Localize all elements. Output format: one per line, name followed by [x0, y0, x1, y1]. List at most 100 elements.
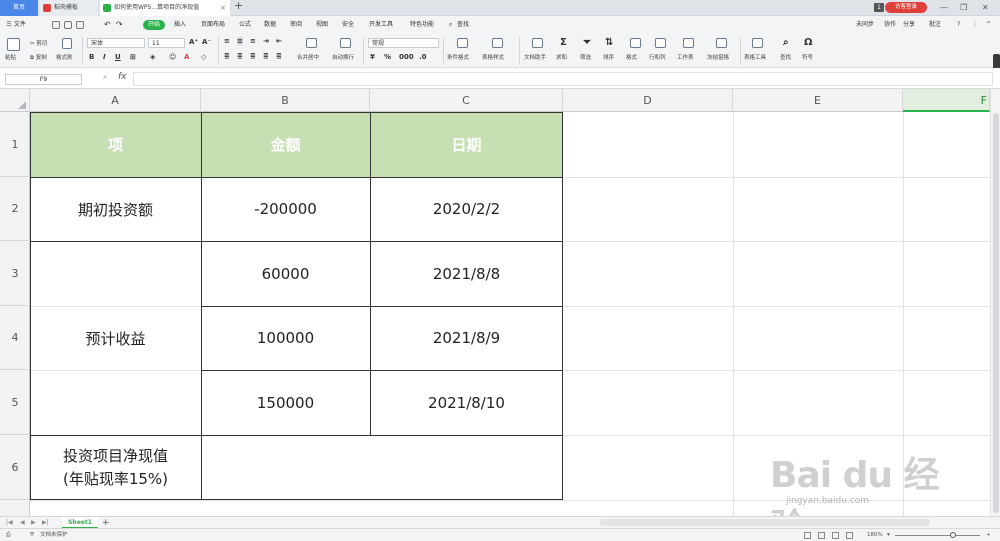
formula-input[interactable] [133, 72, 993, 86]
increase-font-icon[interactable]: A⁺ [189, 38, 198, 46]
freeze-icon[interactable] [716, 38, 727, 48]
search-icon[interactable]: ⌕ [449, 16, 452, 34]
vertical-scrollbar[interactable] [990, 89, 1000, 516]
normal-view-icon[interactable] [804, 532, 811, 539]
symbol-label[interactable]: 符号 [802, 53, 813, 61]
undo-icon[interactable]: ↶ [104, 16, 111, 34]
conditional-format-icon[interactable] [457, 38, 468, 48]
search-menu[interactable]: 查找 [457, 16, 469, 34]
distribute-icon[interactable]: ≣ [276, 52, 282, 60]
decrease-font-icon[interactable]: A⁻ [202, 38, 211, 46]
paste-button-label[interactable]: 粘贴 [5, 53, 16, 61]
tab-home[interactable]: 首页 [0, 0, 38, 16]
auto-wrap-label[interactable]: 自动换行 [332, 53, 354, 61]
doc-assistant-label[interactable]: 文档助手 [524, 53, 546, 61]
cell-npv-result[interactable] [201, 435, 563, 500]
menu-item-formula[interactable]: 公式 [239, 16, 251, 34]
restore-icon[interactable]: ❐ [960, 0, 967, 16]
menu-item-developer[interactable]: 开发工具 [369, 16, 393, 34]
cut-button[interactable]: ✂ 剪切 [30, 39, 47, 47]
currency-icon[interactable]: ¥ [370, 53, 375, 61]
align-right-icon[interactable]: ≣ [250, 52, 256, 60]
conditional-format-label[interactable]: 条件格式 [447, 53, 469, 61]
align-middle-icon[interactable]: ≡ [237, 37, 243, 45]
column-header-c[interactable]: C [370, 89, 563, 112]
sort-label[interactable]: 排序 [603, 53, 614, 61]
fill-color-icon[interactable]: ◈ [150, 53, 155, 61]
reading-view-icon[interactable] [846, 532, 853, 539]
font-size-select[interactable]: 11 [148, 38, 185, 48]
zoom-slider-track[interactable] [895, 535, 980, 536]
font-color-icon[interactable]: A [184, 53, 189, 61]
paste-icon[interactable] [7, 38, 20, 51]
menu-item-insert[interactable]: 插入 [174, 16, 186, 34]
sort-icon[interactable]: ⇅ [605, 37, 613, 48]
row-col-label[interactable]: 行和列 [649, 53, 666, 61]
name-box[interactable]: F9 [5, 74, 82, 85]
cell-date-row4[interactable]: 2021/8/9 [370, 306, 563, 370]
cell-amount-row3[interactable]: 60000 [201, 241, 370, 306]
share-button[interactable]: 分享 [903, 16, 915, 34]
auto-wrap-icon[interactable] [340, 38, 351, 48]
menu-item-review[interactable]: 审阅 [290, 16, 302, 34]
justify-icon[interactable]: ≣ [263, 52, 269, 60]
italic-button[interactable]: I [103, 53, 106, 61]
save-icon[interactable] [52, 21, 60, 29]
tab-document[interactable]: 如何使用WPS...算项目的净现值 × [100, 0, 230, 16]
percent-icon[interactable]: % [384, 53, 391, 61]
column-header-f[interactable]: F [903, 89, 990, 112]
menu-item-data[interactable]: 数据 [264, 16, 276, 34]
cell-initial-amount[interactable]: -200000 [201, 177, 370, 241]
sync-status[interactable]: 未同步 [856, 16, 874, 34]
table-tools-label[interactable]: 表格工具 [744, 53, 766, 61]
annotate-button[interactable]: 批注 [929, 16, 941, 34]
column-header-e[interactable]: E [733, 89, 903, 112]
row-header-3[interactable]: 3 [0, 241, 30, 306]
cell-amount-row4[interactable]: 100000 [201, 306, 370, 370]
indent-icon[interactable]: ⇥ [263, 37, 269, 45]
login-button[interactable]: 访客登录 [885, 2, 927, 13]
cell-npv-label[interactable]: 投资项目净现值 (年贴现率15%) [30, 435, 201, 500]
find-label[interactable]: 查找 [780, 53, 791, 61]
sum-label[interactable]: 求和 [556, 53, 567, 61]
fx-icon[interactable]: fx [118, 72, 127, 82]
format-painter-label[interactable]: 格式刷 [56, 53, 73, 61]
row-header-5[interactable]: 5 [0, 370, 30, 435]
underline-button[interactable]: U [115, 53, 121, 61]
align-center-icon[interactable]: ≣ [237, 52, 243, 60]
number-format-select[interactable]: 常规 [368, 38, 439, 48]
table-style-icon[interactable] [492, 38, 503, 48]
tab-template[interactable]: 稻壳模板 [40, 0, 98, 16]
freeze-label[interactable]: 冻结窗格 [707, 53, 729, 61]
filter-label[interactable]: 筛选 [580, 53, 591, 61]
column-header-a[interactable]: A [30, 89, 201, 112]
select-all-corner[interactable] [0, 89, 30, 112]
header-cell-item[interactable]: 项 [30, 112, 201, 177]
row-header-1[interactable]: 1 [0, 112, 30, 177]
cell-expected-return-label[interactable]: 预计收益 [30, 241, 201, 435]
menu-item-features[interactable]: 特色功能 [410, 16, 434, 34]
header-cell-date[interactable]: 日期 [370, 112, 563, 177]
header-cell-amount[interactable]: 金额 [201, 112, 370, 177]
merge-center-label[interactable]: 合并居中 [297, 53, 319, 61]
macro-icon[interactable]: ⎙ [6, 529, 10, 541]
merge-center-icon[interactable] [306, 38, 317, 48]
border-icon[interactable]: ⊞ [130, 53, 136, 61]
spreadsheet-grid[interactable]: 项 金额 日期 期初投资额 -200000 2020/2/2 预计收益 6000… [30, 112, 990, 516]
doc-assistant-icon[interactable] [532, 38, 543, 48]
page-layout-view-icon[interactable] [818, 532, 825, 539]
thousands-icon[interactable]: 000 [399, 53, 414, 61]
filter-icon[interactable]: ⏷ [583, 37, 591, 48]
collab-button[interactable]: 协作 [884, 16, 896, 34]
format-painter-icon[interactable] [62, 38, 72, 49]
file-menu[interactable]: 三 文件 [6, 16, 26, 34]
row-header-4[interactable]: 4 [0, 306, 30, 370]
preview-icon[interactable] [76, 21, 84, 29]
find-icon[interactable]: ⌕ [783, 37, 789, 48]
menu-item-security[interactable]: 安全 [342, 16, 354, 34]
close-window-icon[interactable]: ✕ [982, 0, 989, 16]
outdent-icon[interactable]: ⇤ [276, 37, 282, 45]
row-col-icon[interactable] [655, 38, 666, 48]
copy-button[interactable]: ⧉ 复制 [30, 53, 47, 62]
sum-icon[interactable]: Σ [560, 37, 567, 48]
